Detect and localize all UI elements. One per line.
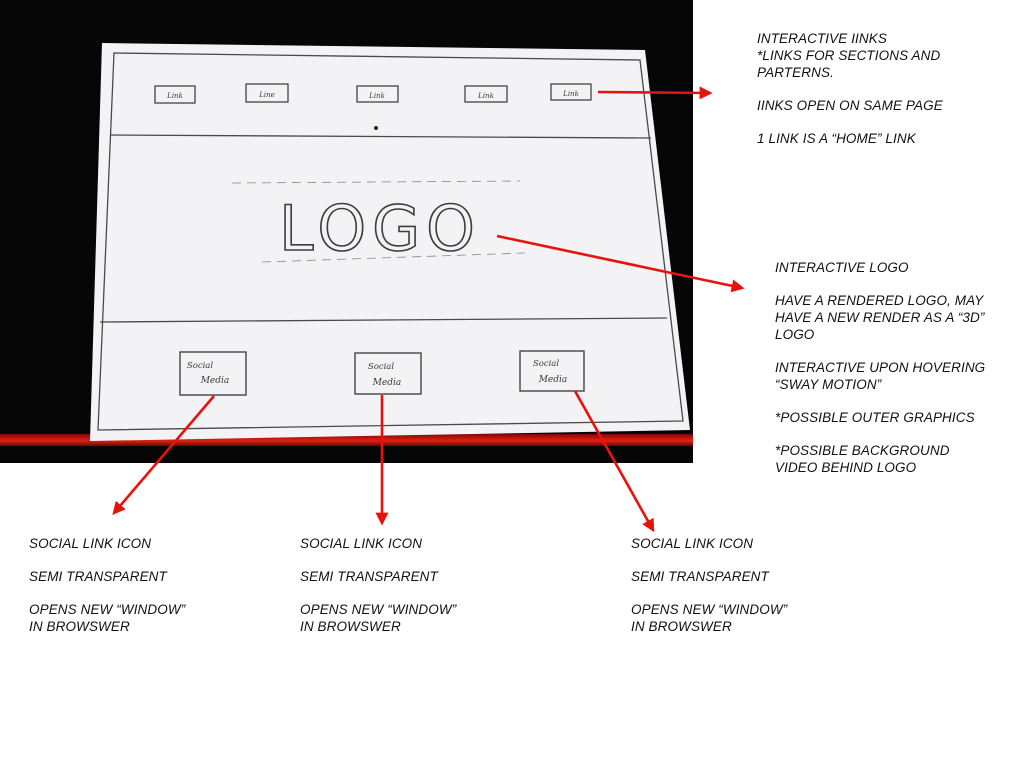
links-note-home: 1 LINK IS A “HOME” LINK	[757, 131, 916, 146]
social-note-opens: IN BROWSWER	[29, 619, 130, 634]
social-box-line1: Social	[368, 362, 394, 372]
logo-note-video: VIDEO BEHIND LOGO	[775, 460, 917, 475]
links-note-line: PARTERNS.	[757, 65, 834, 80]
social-note: SOCIAL LINK ICON SEMI TRANSPARENT OPENS …	[300, 535, 456, 635]
social-note-opens: IN BROWSWER	[631, 619, 732, 634]
social-box-line2: Media	[200, 376, 230, 386]
nav-link-label: Line	[258, 91, 275, 99]
sketch-photo: Link Line Link Link Link LOGO Social Med…	[0, 0, 693, 463]
nav-link-label: Link	[368, 92, 385, 100]
wireframe-sketch: Link Line Link Link Link LOGO Social Med…	[90, 43, 690, 441]
logo-note-render: LOGO	[775, 327, 815, 342]
social-note-opens: OPENS NEW “WINDOW”	[631, 602, 788, 617]
logo-note: INTERACTIVE LOGO HAVE A RENDERED LOGO, M…	[775, 259, 985, 476]
social-note-title: SOCIAL LINK ICON	[631, 536, 754, 551]
social-note-opens: OPENS NEW “WINDOW”	[29, 602, 186, 617]
links-note-same-page: IINKS OPEN ON SAME PAGE	[757, 98, 943, 113]
logo-note-hover: INTERACTIVE UPON HOVERING	[775, 360, 986, 375]
social-note: SOCIAL LINK ICON SEMI TRANSPARENT OPENS …	[29, 535, 185, 635]
social-note-opacity: SEMI TRANSPARENT	[29, 569, 167, 584]
logo-note-video: *POSSIBLE BACKGROUND	[775, 443, 950, 458]
social-box-line1: Social	[533, 359, 559, 369]
social-note: SOCIAL LINK ICON SEMI TRANSPARENT OPENS …	[631, 535, 787, 635]
logo-note-render: HAVE A NEW RENDER AS A “3D”	[775, 310, 985, 325]
logo-note-render: HAVE A RENDERED LOGO, MAY	[775, 293, 984, 308]
nav-link-label: Link	[477, 92, 494, 100]
social-box-line1: Social	[187, 361, 213, 371]
social-note-opens: OPENS NEW “WINDOW”	[300, 602, 457, 617]
logo-note-outer: *POSSIBLE OUTER GRAPHICS	[775, 410, 975, 425]
pencil-dot	[374, 126, 378, 130]
links-note-line: *LINKS FOR SECTIONS AND	[757, 48, 941, 63]
social-box-line2: Media	[372, 378, 402, 388]
social-note-opacity: SEMI TRANSPARENT	[631, 569, 769, 584]
logo-note-title: INTERACTIVE LOGO	[775, 260, 909, 275]
links-note-title: INTERACTIVE IINKS	[757, 31, 887, 46]
logo-note-hover: “SWAY MOTION”	[775, 377, 882, 392]
logo-sketch-text: LOGO	[279, 192, 481, 265]
social-note-opens: IN BROWSWER	[300, 619, 401, 634]
social-note-title: SOCIAL LINK ICON	[300, 536, 423, 551]
social-note-opacity: SEMI TRANSPARENT	[300, 569, 438, 584]
social-note-title: SOCIAL LINK ICON	[29, 536, 152, 551]
links-note: INTERACTIVE IINKS *LINKS FOR SECTIONS AN…	[757, 30, 943, 147]
social-box-line2: Media	[538, 375, 568, 385]
nav-link-label: Link	[166, 92, 183, 100]
nav-link-label: Link	[562, 90, 579, 98]
